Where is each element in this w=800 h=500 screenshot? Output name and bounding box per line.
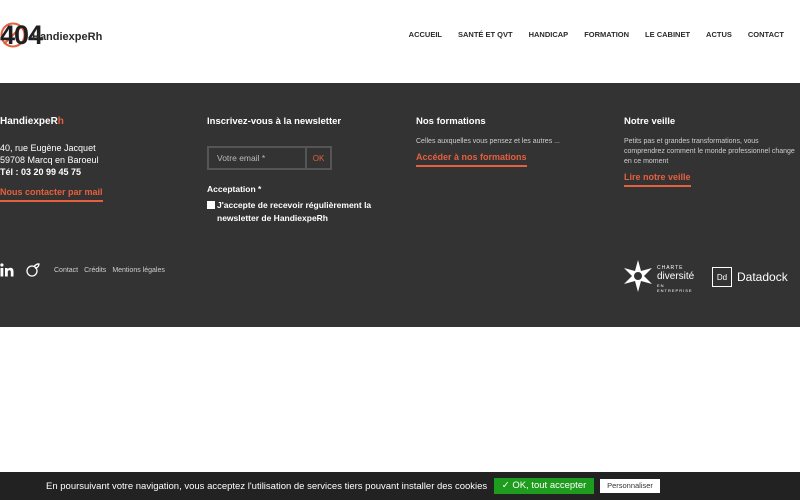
veille-desc: Petits pas et grandes transformations, v… [624,138,795,165]
charte-line-2: diversité [657,271,695,282]
leaf-icon[interactable] [26,263,40,277]
cookie-message: En poursuivant votre navigation, vous ac… [46,481,488,492]
contact-mail-link[interactable]: Nous contacter par mail [0,187,103,202]
footer-veille-column: Notre veille Petits pas et grandes trans… [624,116,800,187]
footer-formations-column: Nos formations Celles auxquelles vous pe… [416,116,606,167]
site-logo[interactable]: 404 HandiexpeRh [0,18,120,52]
footer-brand-title: HandiexpeRh [0,116,190,128]
social-and-legal-row: Contact Crédits Mentions légales [0,263,171,277]
nav-item-le-cabinet[interactable]: LE CABINET [637,30,698,40]
address-line-2: 59708 Marcq en Baroeul [0,155,99,165]
formations-title: Nos formations [416,116,486,127]
datadock-mark: Dd [712,267,732,287]
phone-number: Tél : 03 20 99 45 75 [0,167,82,177]
linkedin-icon[interactable] [0,263,14,277]
datadock-logo: Dd Datadock [712,267,794,287]
page: 404 HandiexpeRh ACCUEIL SANTÉ ET QVT HAN… [0,0,800,500]
newsletter-email-input[interactable] [209,148,307,168]
newsletter-form: OK [207,146,332,170]
cookie-accept-all-button[interactable]: ✓ OK, tout accepter [494,478,594,494]
newsletter-title: Inscrivez-vous à la newsletter [207,116,342,127]
footer-brand-accent: h [57,116,64,127]
nav-item-sante-qvt[interactable]: SANTÉ ET QVT [450,30,521,40]
logo-name: HandiexpeRh [32,30,102,44]
site-header: 404 HandiexpeRh ACCUEIL SANTÉ ET QVT HAN… [0,0,800,83]
accept-text: J'accepte de recevoir régulièrement la n… [217,200,372,223]
nav-item-handicap[interactable]: HANDICAP [521,30,577,40]
footer-contact-column: HandiexpeRh 40, rue Eugène Jacquet 59708… [0,116,190,202]
footer-link-mentions-legales[interactable]: Mentions légales [112,267,165,274]
cookie-consent-bar: En poursuivant votre navigation, vous ac… [0,472,800,500]
formations-desc: Celles auxquelles vous pensez et les aut… [416,138,560,145]
main-nav: ACCUEIL SANTÉ ET QVT HANDICAP FORMATION … [401,30,792,40]
newsletter-ok-button[interactable]: OK [307,148,330,168]
accept-checkbox[interactable] [207,201,215,209]
footer-link-credits[interactable]: Crédits [84,267,106,274]
cookie-customize-button[interactable]: Personnaliser [600,479,660,493]
address-line-1: 40, rue Eugène Jacquet [0,143,96,153]
site-footer: HandiexpeRh 40, rue Eugène Jacquet 59708… [0,83,800,327]
logo-name-main: HandiexpeRh [32,31,103,43]
footer-newsletter-column: Inscrivez-vous à la newsletter OK Accept… [207,116,397,225]
veille-link[interactable]: Lire notre veille [624,172,691,187]
charte-star-icon [624,260,652,292]
formations-link[interactable]: Accéder à nos formations [416,152,527,167]
charte-diversite-logo: CHARTE diversité EN ENTREPRISE [621,259,701,293]
nav-item-actus[interactable]: ACTUS [698,30,740,40]
footer-brand-main: HandiexpeR [0,116,58,127]
nav-item-formation[interactable]: FORMATION [576,30,637,40]
nav-item-accueil[interactable]: ACCUEIL [401,30,450,40]
charte-line-3: EN ENTREPRISE [657,283,693,293]
accept-row: J'accepte de recevoir régulièrement la n… [207,199,397,225]
datadock-name: Datadock [737,270,788,284]
veille-title: Notre veille [624,116,676,127]
acceptation-label: Acceptation * [207,184,262,194]
footer-link-contact[interactable]: Contact [54,267,78,274]
nav-item-contact[interactable]: CONTACT [740,30,792,40]
